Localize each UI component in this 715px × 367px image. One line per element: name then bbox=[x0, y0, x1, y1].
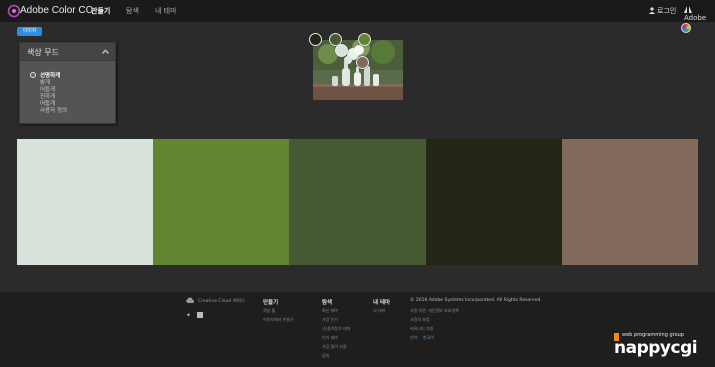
footer-link[interactable]: 이미지에서 만들기 bbox=[263, 317, 294, 323]
adobe-color-logo-icon[interactable] bbox=[7, 4, 21, 18]
footer-terms-link[interactable]: 사용 약관 bbox=[410, 308, 426, 314]
footer-link[interactable]: 색상 휠 bbox=[263, 308, 275, 314]
copyright-text: © 2016 Adobe Systems Incorporated. All R… bbox=[410, 298, 542, 303]
vases-photo bbox=[313, 40, 403, 100]
adobe-label: Adobe bbox=[684, 14, 707, 22]
nav-create[interactable]: 만들기 bbox=[91, 6, 110, 16]
nav-explore[interactable]: 탐색 bbox=[126, 6, 139, 16]
footer-link[interactable]: 인기 테마 bbox=[322, 335, 338, 341]
adobe-icon bbox=[684, 6, 692, 13]
facebook-icon[interactable] bbox=[197, 312, 203, 318]
footer-explore-title: 탐색 bbox=[322, 300, 333, 306]
footer-link[interactable]: 임의 bbox=[322, 353, 329, 359]
swatch-2[interactable] bbox=[153, 139, 289, 265]
footer-link[interactable]: 내 테마 bbox=[373, 308, 385, 314]
footer-link[interactable]: 가장 많이 사용 bbox=[322, 344, 347, 350]
source-image[interactable] bbox=[313, 40, 403, 100]
footer-link[interactable]: 내 즐겨찾기 테마 bbox=[322, 326, 350, 332]
language-label: 언어: bbox=[410, 335, 419, 340]
login-link[interactable]: 로그인 bbox=[649, 6, 676, 16]
footer-link[interactable]: 최신 테마 bbox=[322, 308, 338, 314]
creative-cloud-link[interactable]: Creative Cloud 서비스 bbox=[198, 298, 245, 304]
user-icon bbox=[649, 7, 655, 14]
footer-privacy-link[interactable]: 개인정보 보호정책 bbox=[428, 308, 459, 314]
nav-my-themes[interactable]: 내 테마 bbox=[155, 6, 177, 16]
mood-panel-header[interactable]: 색상 무드 bbox=[20, 43, 115, 61]
footer-create-title: 만들기 bbox=[263, 300, 279, 306]
swatch-3[interactable] bbox=[289, 139, 426, 265]
footer-guidelines-link[interactable]: 커뮤니티 지침 bbox=[410, 326, 433, 332]
app-title[interactable]: Adobe Color CC bbox=[20, 5, 93, 16]
color-picker-2[interactable] bbox=[358, 33, 371, 46]
language-selector[interactable]: 한국어 bbox=[423, 335, 434, 341]
image-mode-button[interactable]: 이미지 bbox=[17, 27, 42, 36]
watermark-logo: nappycgi bbox=[614, 338, 698, 358]
footer-my-themes-title: 내 테마 bbox=[373, 300, 391, 306]
swatch-5[interactable] bbox=[562, 139, 698, 265]
mood-option-custom[interactable]: 사용자 정의 bbox=[40, 106, 67, 114]
footer bbox=[0, 292, 715, 367]
creative-cloud-icon bbox=[186, 297, 194, 303]
mood-panel-title: 색상 무드 bbox=[27, 48, 59, 57]
color-wheel-icon[interactable] bbox=[681, 23, 691, 33]
chevron-up-icon[interactable] bbox=[102, 49, 109, 54]
swatch-1[interactable] bbox=[17, 139, 153, 265]
color-picker-5[interactable] bbox=[356, 56, 369, 69]
swatch-4[interactable] bbox=[426, 139, 562, 265]
color-picker-4[interactable] bbox=[309, 33, 322, 46]
color-picker-1[interactable] bbox=[335, 44, 348, 57]
twitter-icon[interactable]: ✦ bbox=[186, 312, 191, 319]
footer-link[interactable]: 가장 인기 bbox=[322, 317, 338, 323]
login-label: 로그인 bbox=[657, 7, 677, 15]
footer-forum-link[interactable]: 사용자 포럼 bbox=[410, 317, 430, 323]
color-mood-panel: 색상 무드 선명하게 밝게 어둡게 진하게 어둡게 사용자 정의 bbox=[19, 42, 116, 124]
adobe-link[interactable]: Adobe bbox=[684, 6, 715, 22]
mood-radio-selected[interactable] bbox=[30, 72, 36, 78]
